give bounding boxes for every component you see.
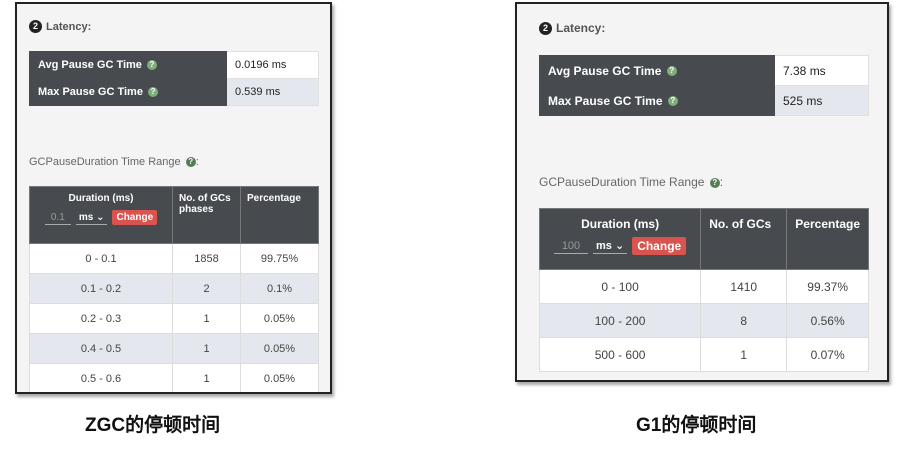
max-pause-value: 525 ms (774, 85, 869, 116)
duration-range-cell: 100 - 200 (538, 303, 702, 338)
g1-panel: 2 Latency: Avg Pause GC Time ? 7.38 ms M… (515, 2, 889, 382)
bucket-size-input[interactable] (44, 210, 71, 225)
count-cell: 2 (172, 273, 241, 304)
duration-range-cell: 0.2 - 0.3 (29, 303, 173, 334)
duration-table: Duration (ms) ms ⌄ Change No. of GCs pha… (29, 186, 319, 392)
duration-range-cell: 0.5 - 0.6 (29, 363, 173, 392)
duration-table: Duration (ms) ms ⌄ Change No. of GCs Per… (538, 208, 869, 372)
col-count-header: No. of GCs phases (172, 186, 241, 244)
table-row: 0.2 - 0.3 1 0.05% (29, 303, 319, 334)
change-button[interactable]: Change (632, 237, 687, 255)
percentage-cell: 0.05% (240, 333, 319, 364)
zgc-caption: ZGC的停顿时间 (85, 415, 221, 436)
avg-pause-value: 7.38 ms (774, 55, 869, 86)
bucket-size-input[interactable] (554, 238, 588, 254)
help-icon[interactable]: ? (667, 96, 678, 107)
avg-pause-label: Avg Pause GC Time (548, 63, 662, 78)
latency-heading: 2 Latency: (29, 20, 91, 33)
latency-label: Latency: (46, 20, 92, 33)
duration-range-cell: 0 - 100 (538, 269, 702, 304)
change-button[interactable]: Change (112, 210, 158, 225)
help-icon[interactable]: ? (147, 60, 157, 71)
percentage-cell: 0.05% (240, 303, 319, 334)
count-cell: 8 (700, 303, 788, 338)
col-duration-header: Duration (ms) (68, 193, 134, 204)
table-row: 500 - 600 1 0.07% (538, 337, 869, 372)
col-percentage-header: Percentage (786, 208, 869, 270)
unit-select[interactable]: ms ⌄ (75, 211, 108, 225)
range-title: GCPauseDuration Time Range ?: (539, 175, 724, 189)
max-pause-row: Max Pause GC Time ? 525 ms (539, 85, 869, 116)
unit-select[interactable]: ms ⌄ (593, 238, 628, 254)
table-row: 0.1 - 0.2 2 0.1% (29, 273, 319, 304)
duration-range-cell: 0.1 - 0.2 (29, 273, 173, 304)
percentage-cell: 99.75% (240, 243, 319, 274)
count-cell: 1 (172, 363, 241, 392)
count-cell: 1858 (172, 243, 241, 274)
latency-metrics-table: Avg Pause GC Time ? 7.38 ms Max Pause GC… (539, 55, 869, 116)
avg-pause-label: Avg Pause GC Time (38, 59, 142, 71)
count-cell: 1410 (700, 269, 788, 304)
table-row: 0.4 - 0.5 1 0.05% (29, 333, 319, 364)
latency-label: Latency: (556, 21, 606, 35)
col-count-header: No. of GCs (700, 208, 788, 270)
table-row: 0 - 100 1410 99.37% (538, 269, 869, 304)
max-pause-row: Max Pause GC Time ? 0.539 ms (29, 78, 319, 106)
percentage-cell: 0.1% (240, 273, 319, 304)
avg-pause-row: Avg Pause GC Time ? 7.38 ms (539, 55, 869, 86)
section-number-badge: 2 (539, 21, 552, 35)
help-icon[interactable]: ? (709, 177, 720, 188)
count-cell: 1 (172, 333, 241, 364)
duration-table-body: 0 - 0.1 1858 99.75% 0.1 - 0.2 2 0.1% 0.2 - 0.3… (29, 243, 319, 392)
duration-table-header: Duration (ms) ms ⌄ Change No. of GCs pha… (29, 186, 319, 244)
table-row: 0 - 0.1 1858 99.75% (29, 243, 319, 274)
g1-caption: G1的停顿时间 (636, 415, 757, 436)
max-pause-value: 0.539 ms (226, 78, 319, 106)
percentage-cell: 0.56% (786, 303, 869, 338)
count-cell: 1 (700, 337, 788, 372)
duration-range-cell: 0 - 0.1 (29, 243, 173, 274)
help-icon[interactable]: ? (666, 66, 677, 77)
percentage-cell: 0.07% (786, 337, 869, 372)
max-pause-label: Max Pause GC Time (548, 93, 663, 108)
latency-heading: 2 Latency: (539, 21, 605, 35)
count-cell: 1 (172, 303, 241, 334)
section-number-badge: 2 (29, 20, 42, 33)
chevron-down-icon: ⌄ (96, 211, 105, 223)
max-pause-label: Max Pause GC Time (38, 86, 143, 98)
help-icon[interactable]: ? (185, 157, 196, 168)
avg-pause-row: Avg Pause GC Time ? 0.0196 ms (29, 51, 319, 79)
col-percentage-header: Percentage (240, 186, 319, 244)
duration-range-cell: 0.4 - 0.5 (29, 333, 173, 364)
duration-table-body: 0 - 100 1410 99.37% 100 - 200 8 0.56% 500 - 60… (538, 269, 869, 372)
percentage-cell: 99.37% (786, 269, 869, 304)
range-title: GCPauseDuration Time Range ?: (29, 156, 199, 168)
latency-metrics-table: Avg Pause GC Time ? 0.0196 ms Max Pause … (29, 51, 319, 106)
percentage-cell: 0.05% (240, 363, 319, 392)
table-row: 0.5 - 0.6 1 0.05% (29, 363, 319, 392)
help-icon[interactable]: ? (148, 87, 159, 98)
duration-table-header: Duration (ms) ms ⌄ Change No. of GCs Per… (538, 208, 869, 270)
col-duration-header: Duration (ms) (581, 217, 660, 231)
table-row: 100 - 200 8 0.56% (538, 303, 869, 338)
duration-range-cell: 500 - 600 (538, 337, 702, 372)
avg-pause-value: 0.0196 ms (226, 51, 319, 79)
zgc-panel: 2 Latency: Avg Pause GC Time ? 0.0196 ms… (15, 2, 332, 394)
chevron-down-icon: ⌄ (614, 240, 625, 252)
